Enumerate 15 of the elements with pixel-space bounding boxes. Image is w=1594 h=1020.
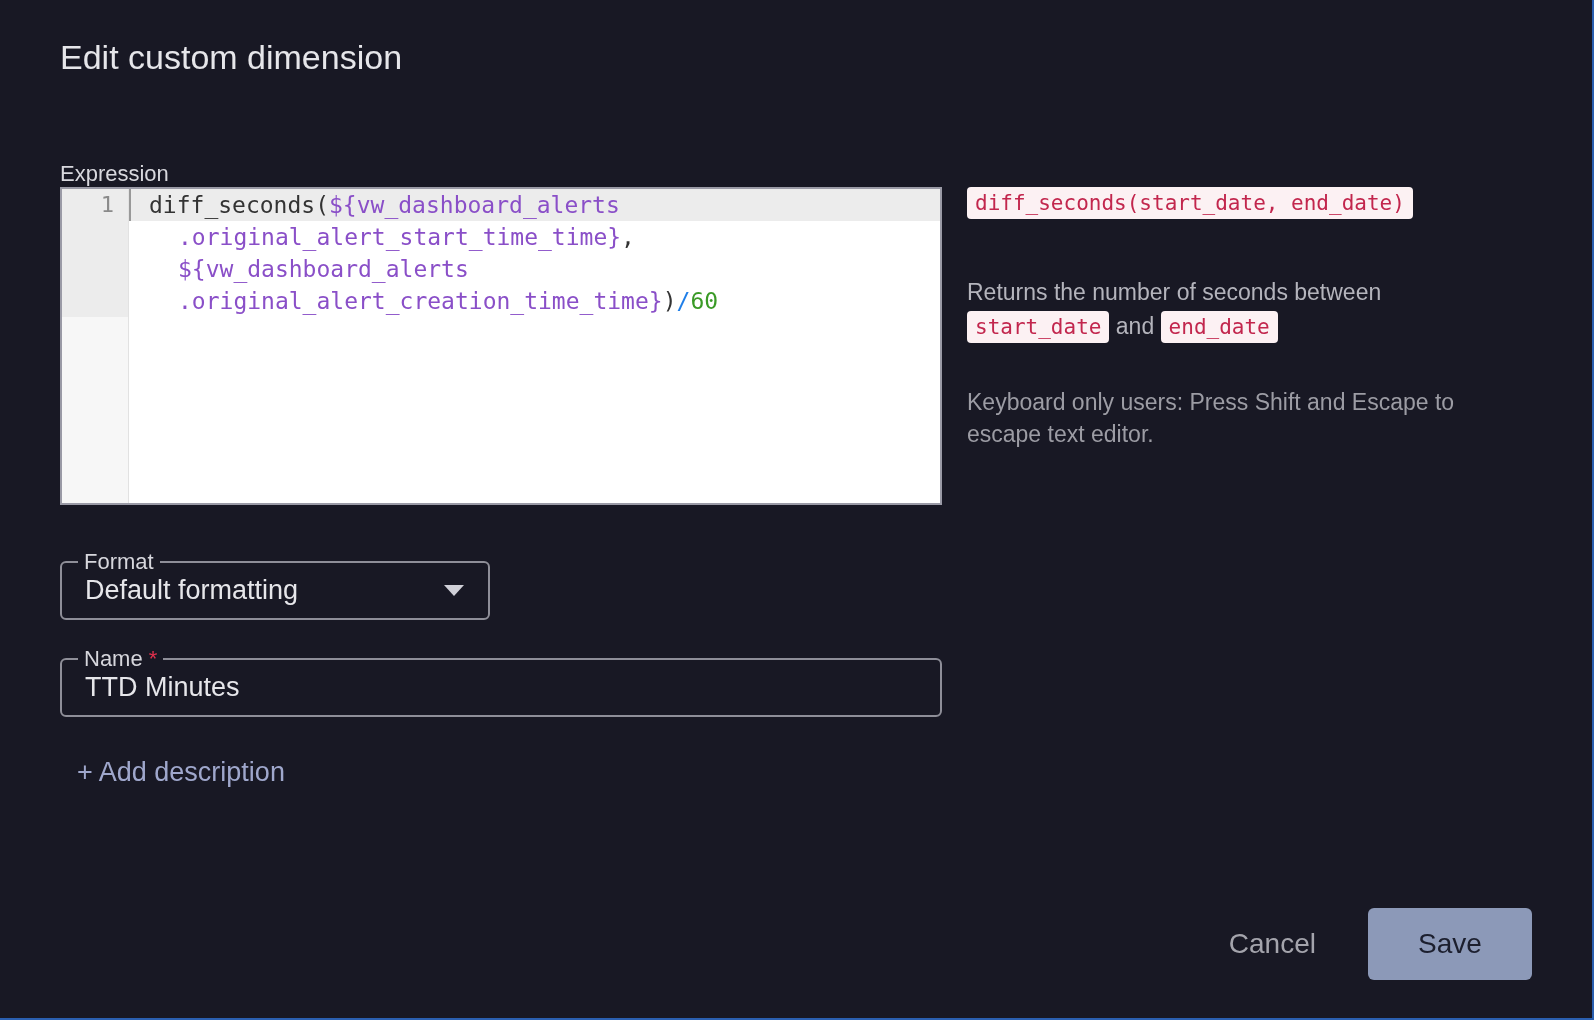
cancel-button[interactable]: Cancel (1224, 908, 1320, 980)
required-mark: * (148, 646, 158, 671)
function-signature: diff_seconds(start_date, end_date) (967, 187, 1413, 219)
caret-icon (444, 585, 464, 596)
expression-label: Expression (60, 161, 170, 187)
format-label: Format (83, 549, 155, 575)
save-button[interactable]: Save (1368, 908, 1532, 980)
add-description-link[interactable]: + Add description (77, 757, 942, 788)
code-editor[interactable]: 1 diff_seconds(${vw_dashboard_alerts .original_alert_start_time_time}, ${vw_dashboard_alerts .original_alert_creation_time_time})/60 (60, 187, 942, 505)
line-number: 1 (62, 189, 128, 317)
dialog-title: Edit custom dimension (60, 38, 404, 77)
name-label: Name (84, 646, 143, 671)
function-description: Returns the number of seconds between start_date and end_date (967, 275, 1487, 344)
keyboard-hint: Keyboard only users: Press Shift and Escape to escape text editor. (967, 388, 1456, 449)
name-value: TTD Minutes (85, 672, 241, 703)
